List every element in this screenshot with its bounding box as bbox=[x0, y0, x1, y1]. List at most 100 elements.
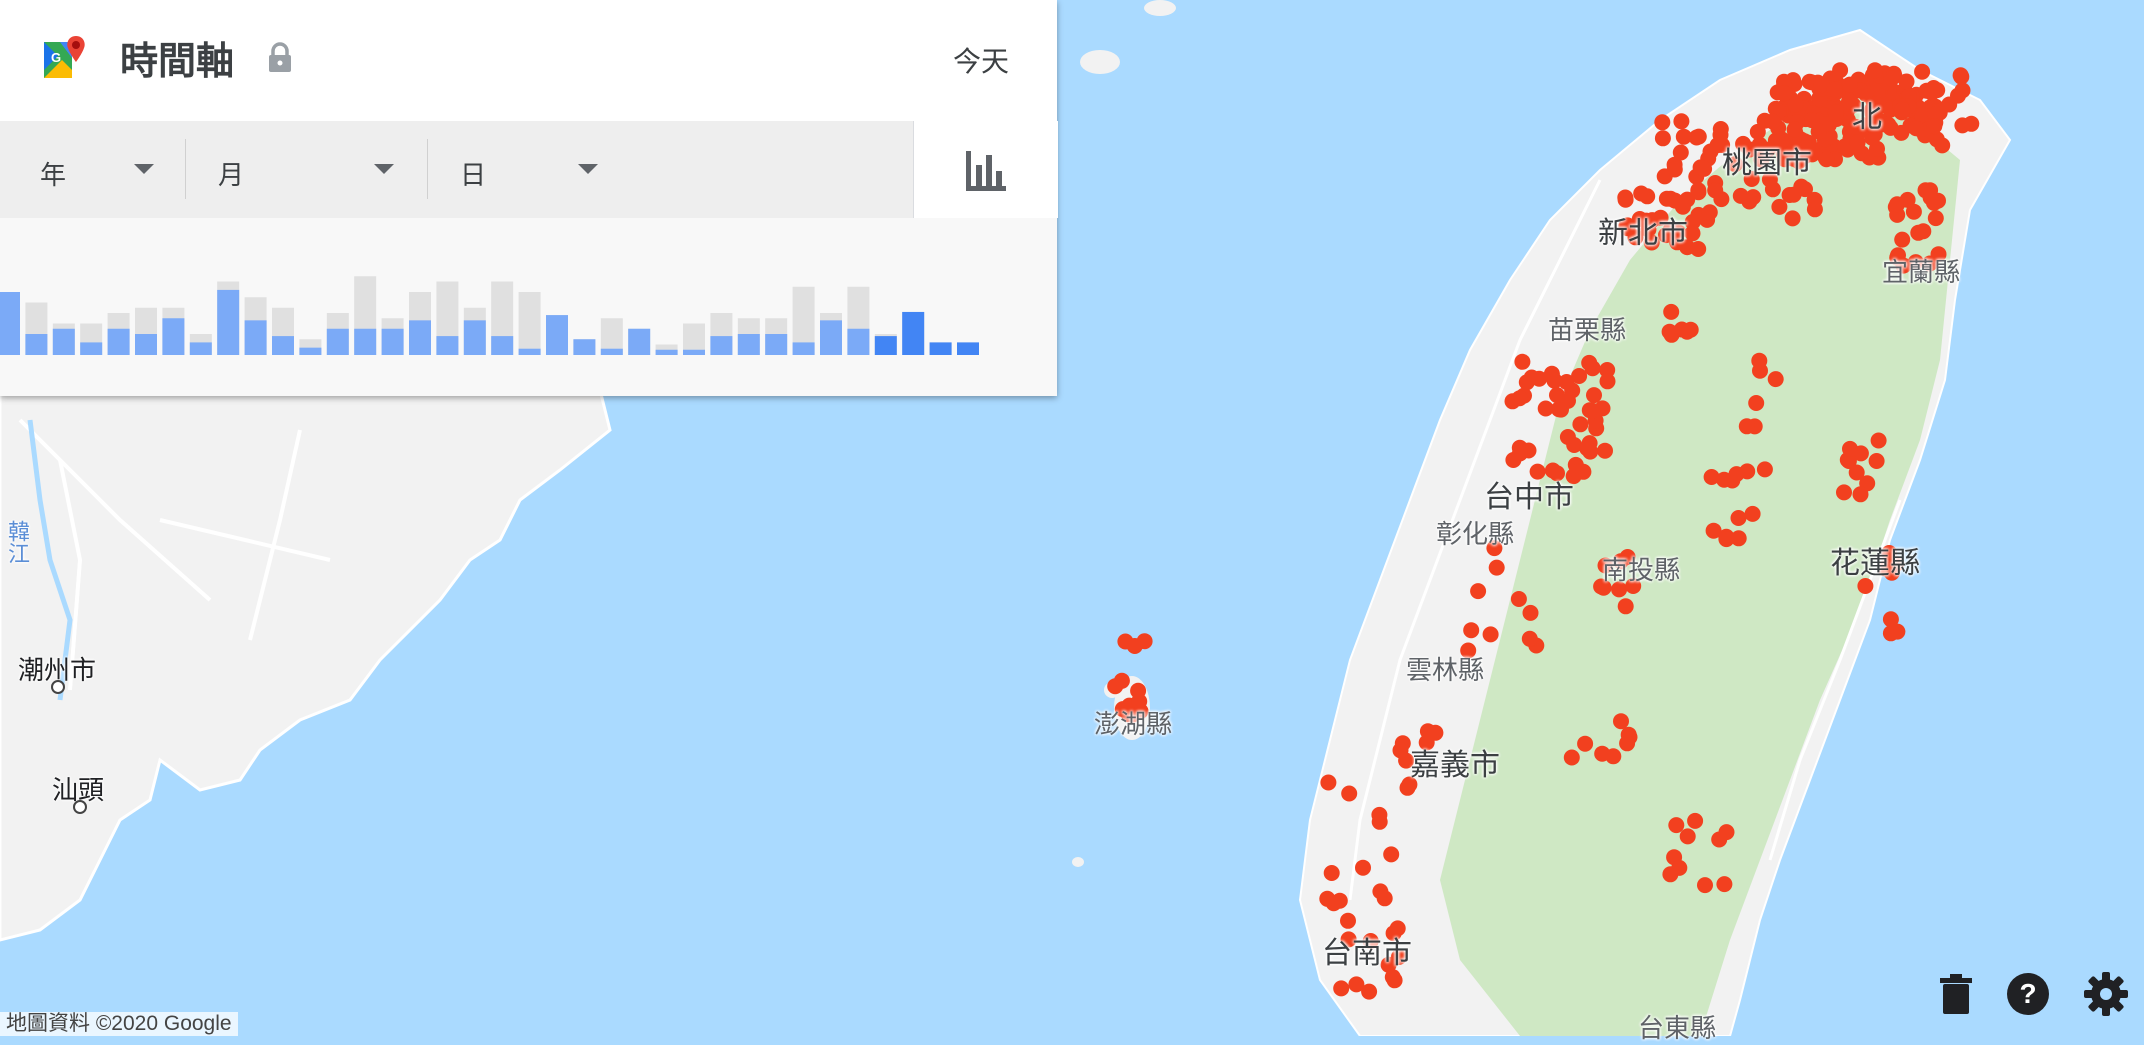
location-marker[interactable] bbox=[1130, 682, 1147, 699]
location-marker[interactable] bbox=[1744, 505, 1761, 522]
location-marker[interactable] bbox=[1546, 372, 1563, 389]
location-marker[interactable] bbox=[1550, 401, 1567, 418]
bar-value[interactable] bbox=[792, 342, 815, 355]
location-marker[interactable] bbox=[1654, 130, 1671, 147]
location-marker[interactable] bbox=[1908, 120, 1925, 137]
bar-value[interactable] bbox=[491, 336, 514, 355]
location-marker[interactable] bbox=[1470, 583, 1487, 600]
bar-value[interactable] bbox=[737, 334, 760, 355]
location-marker[interactable] bbox=[1679, 323, 1696, 340]
year-selector[interactable]: 年 bbox=[0, 121, 185, 218]
bar-value[interactable] bbox=[326, 328, 349, 355]
location-marker[interactable] bbox=[1505, 452, 1522, 468]
location-marker[interactable] bbox=[1748, 395, 1765, 411]
location-marker[interactable] bbox=[1898, 73, 1915, 90]
location-marker[interactable] bbox=[1764, 113, 1781, 130]
location-marker[interactable] bbox=[1320, 774, 1337, 791]
location-marker[interactable] bbox=[1728, 466, 1745, 483]
location-marker[interactable] bbox=[1756, 461, 1773, 478]
location-marker[interactable] bbox=[1786, 121, 1803, 138]
location-marker[interactable] bbox=[1672, 144, 1689, 161]
bar-value[interactable] bbox=[957, 342, 979, 355]
location-marker[interactable] bbox=[1697, 877, 1713, 894]
bar-value[interactable] bbox=[107, 328, 130, 355]
location-marker[interactable] bbox=[1577, 735, 1594, 752]
location-marker[interactable] bbox=[1581, 354, 1598, 371]
bar-value[interactable] bbox=[189, 342, 212, 355]
location-marker[interactable] bbox=[1333, 980, 1350, 997]
location-marker[interactable] bbox=[1953, 68, 1970, 85]
location-marker[interactable] bbox=[1597, 442, 1613, 459]
location-marker[interactable] bbox=[1730, 510, 1747, 526]
bar-value[interactable] bbox=[902, 311, 925, 355]
location-marker[interactable] bbox=[1867, 62, 1883, 79]
location-marker[interactable] bbox=[1690, 241, 1707, 257]
location-marker[interactable] bbox=[1361, 983, 1378, 1000]
location-marker[interactable] bbox=[1584, 402, 1601, 419]
location-marker[interactable] bbox=[1842, 440, 1858, 457]
day-selector[interactable]: 日 bbox=[428, 121, 628, 218]
bar-value[interactable] bbox=[25, 334, 48, 355]
location-marker[interactable] bbox=[1707, 182, 1724, 199]
location-marker[interactable] bbox=[1549, 387, 1565, 404]
location-marker[interactable] bbox=[1599, 373, 1616, 390]
location-marker[interactable] bbox=[1654, 114, 1671, 131]
location-marker[interactable] bbox=[1579, 440, 1596, 457]
bar-value[interactable] bbox=[874, 336, 897, 355]
location-marker[interactable] bbox=[1784, 210, 1801, 227]
location-marker[interactable] bbox=[1767, 371, 1784, 388]
location-marker[interactable] bbox=[1889, 623, 1906, 640]
location-marker[interactable] bbox=[1954, 117, 1971, 134]
today-button[interactable]: 今天 bbox=[953, 40, 1009, 80]
location-marker[interactable] bbox=[1705, 522, 1722, 539]
bar-value[interactable] bbox=[409, 320, 431, 355]
location-marker[interactable] bbox=[1563, 749, 1580, 766]
location-marker[interactable] bbox=[1633, 185, 1650, 202]
location-marker[interactable] bbox=[1511, 390, 1528, 407]
bar-value[interactable] bbox=[354, 328, 377, 355]
location-marker[interactable] bbox=[1928, 131, 1945, 148]
bar-total[interactable] bbox=[518, 292, 541, 355]
location-marker[interactable] bbox=[1572, 416, 1589, 433]
location-marker[interactable] bbox=[1575, 463, 1592, 480]
location-marker[interactable] bbox=[1392, 742, 1409, 759]
location-marker[interactable] bbox=[1810, 123, 1827, 140]
location-marker[interactable] bbox=[1594, 745, 1611, 762]
location-marker[interactable] bbox=[1663, 303, 1680, 320]
location-marker[interactable] bbox=[1718, 824, 1735, 841]
location-marker[interactable] bbox=[1883, 70, 1900, 87]
bar-value[interactable] bbox=[600, 348, 623, 355]
bar-value[interactable] bbox=[518, 348, 541, 355]
location-marker[interactable] bbox=[1950, 87, 1966, 104]
location-marker[interactable] bbox=[1687, 812, 1704, 829]
location-marker[interactable] bbox=[1716, 876, 1733, 893]
location-marker[interactable] bbox=[1889, 196, 1906, 213]
location-marker[interactable] bbox=[1849, 134, 1866, 151]
location-marker[interactable] bbox=[1656, 168, 1673, 185]
bar-value[interactable] bbox=[80, 342, 103, 355]
location-marker[interactable] bbox=[1510, 591, 1527, 607]
bar-value[interactable] bbox=[710, 336, 733, 355]
bar-value[interactable] bbox=[436, 336, 459, 355]
location-marker[interactable] bbox=[1905, 203, 1922, 220]
location-marker[interactable] bbox=[1690, 128, 1707, 145]
location-marker[interactable] bbox=[1894, 101, 1911, 118]
location-marker[interactable] bbox=[1832, 62, 1849, 79]
bar-chart-toggle-button[interactable] bbox=[913, 121, 1058, 218]
location-marker[interactable] bbox=[1522, 604, 1539, 621]
location-marker[interactable] bbox=[1894, 231, 1911, 248]
location-marker[interactable] bbox=[1673, 113, 1690, 130]
location-marker[interactable] bbox=[1690, 182, 1707, 199]
location-marker[interactable] bbox=[1383, 846, 1400, 863]
location-marker[interactable] bbox=[1841, 76, 1858, 93]
location-marker[interactable] bbox=[1776, 85, 1793, 102]
location-marker[interactable] bbox=[1617, 189, 1634, 206]
location-marker[interactable] bbox=[1679, 828, 1696, 845]
location-marker[interactable] bbox=[1668, 817, 1685, 834]
location-marker[interactable] bbox=[1521, 630, 1538, 647]
location-marker[interactable] bbox=[1806, 201, 1823, 218]
location-marker[interactable] bbox=[1107, 678, 1124, 695]
location-marker[interactable] bbox=[1818, 151, 1835, 168]
location-marker[interactable] bbox=[1662, 866, 1679, 883]
location-marker[interactable] bbox=[1751, 352, 1768, 369]
